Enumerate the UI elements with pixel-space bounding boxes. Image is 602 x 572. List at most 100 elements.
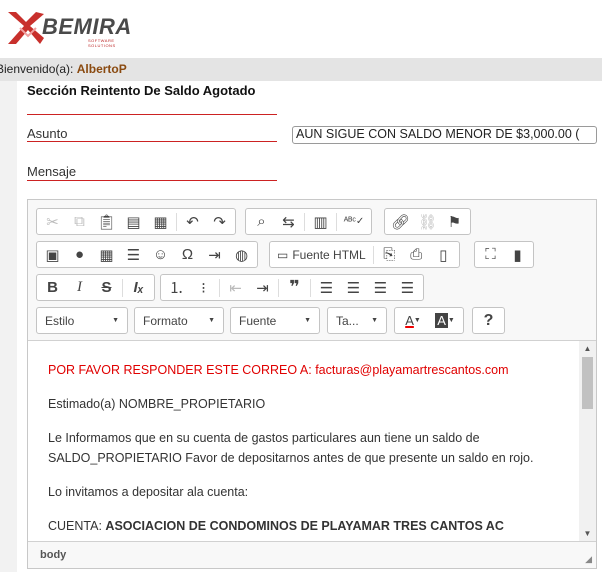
font-combo[interactable]: Fuente ▼ [230, 307, 320, 334]
source-button[interactable]: ▭ Fuente HTML [272, 243, 371, 267]
unlink-icon[interactable]: ⛓ [414, 210, 441, 234]
paste-icon[interactable]: 📋︎ [93, 210, 120, 234]
content-line-3b: SALDO_PROPIETARIO Favor de depositarnos … [48, 451, 534, 465]
separator [176, 212, 177, 231]
italic-icon[interactable]: I [66, 276, 93, 300]
account-value: ASOCIACION DE CONDOMINOS DE PLAYAMAR TRE… [105, 519, 504, 533]
separator [310, 278, 311, 297]
style-combo[interactable]: Estilo ▼ [36, 307, 128, 334]
bg-color-icon[interactable]: A ▼ [429, 309, 461, 333]
header: BEMIRA SOFTWARE SOLUTIONS [0, 0, 602, 58]
spellcheck-icon[interactable]: ᴬᴮᶜ✓ [339, 210, 369, 234]
page-break-icon[interactable]: ⇥ [201, 243, 228, 267]
replace-icon[interactable]: ⇆ [275, 210, 302, 234]
copy-icon[interactable]: ⧉ [66, 210, 93, 234]
preview-icon[interactable]: ⎘ [376, 243, 403, 267]
asunto-input[interactable]: AUN SIGUE CON SALDO MENOR DE $3,000.00 ( [292, 126, 597, 144]
chevron-down-icon: ▼ [371, 317, 378, 324]
tools-group: ⛶ ▮ [474, 241, 534, 268]
bold-icon[interactable]: B [39, 276, 66, 300]
account-label: CUENTA: [48, 519, 106, 533]
section-title: Sección Reintento De Saldo Agotado [27, 83, 256, 98]
indent-icon[interactable]: ⇥ [249, 276, 276, 300]
reply-notice: POR FAVOR RESPONDER ESTE CORREO A: [48, 363, 316, 377]
logo-brand-text: BEMIRA [42, 14, 132, 39]
smiley-icon[interactable]: ☺ [147, 243, 174, 267]
element-path[interactable]: body [40, 549, 66, 561]
find-icon[interactable]: ⌕ [248, 210, 275, 234]
format-combo-label: Formato [143, 313, 188, 328]
asunto-label: Asunto [27, 126, 68, 141]
iframe-icon[interactable]: ◍ [228, 243, 255, 267]
justify-icon[interactable]: ☰ [394, 276, 421, 300]
link-icon[interactable]: 🔗︎ [387, 210, 414, 234]
mensaje-underline [27, 180, 277, 181]
separator [372, 245, 374, 264]
maximize-icon[interactable]: ⛶ [477, 243, 504, 267]
size-combo[interactable]: Ta... ▼ [327, 307, 387, 334]
find-group: ⌕ ⇆ ▥ ᴬᴮᶜ✓ [245, 208, 372, 235]
content-line-1: POR FAVOR RESPONDER ESTE CORREO A: factu… [48, 363, 509, 377]
chevron-down-icon: ▼ [112, 317, 119, 324]
separator [304, 212, 305, 231]
document-group: ▭ Fuente HTML ⎘ ⎙ ▯ [269, 241, 460, 268]
templates-icon[interactable]: ▯ [430, 243, 457, 267]
align-left-icon[interactable]: ☰ [313, 276, 340, 300]
welcome-user[interactable]: AlbertoP [77, 62, 127, 76]
editor-scrollbar[interactable]: ▲ ▼ [579, 341, 596, 541]
show-blocks-icon[interactable]: ▮ [504, 243, 531, 267]
blockquote-icon[interactable]: ❞ [281, 276, 308, 300]
left-rail [0, 81, 17, 572]
paste-text-icon[interactable]: ▤ [120, 210, 147, 234]
chevron-down-icon: ▼ [304, 317, 311, 324]
insert-group: ▣ ● ▦ ☰ ☺ Ω ⇥ ◍ [36, 241, 258, 268]
main-content: Sección Reintento De Saldo Agotado Asunt… [17, 81, 602, 572]
content-line-5: CUENTA: ASOCIACION DE CONDOMINOS DE PLAY… [48, 519, 504, 533]
print-icon[interactable]: ⎙ [403, 243, 430, 267]
flash-icon[interactable]: ● [66, 243, 93, 267]
numbered-list-icon[interactable]: ⒈ [163, 276, 190, 300]
help-icon[interactable]: ? [475, 309, 502, 333]
font-combo-label: Fuente [239, 313, 277, 328]
outdent-icon[interactable]: ⇤ [222, 276, 249, 300]
editor-content[interactable]: POR FAVOR RESPONDER ESTE CORREO A: factu… [28, 341, 579, 541]
bemira-logo: BEMIRA SOFTWARE SOLUTIONS [6, 5, 136, 49]
bemira-logo-mark [8, 12, 44, 44]
scroll-up-icon[interactable]: ▲ [579, 341, 596, 356]
welcome-prefix: Bienvenido(a): [0, 62, 74, 76]
help-group: ? [472, 307, 505, 334]
content-line-4: Lo invitamos a depositar ala cuenta: [48, 485, 249, 499]
anchor-icon[interactable]: ⚑ [441, 210, 468, 234]
separator [336, 212, 337, 231]
align-right-icon[interactable]: ☰ [367, 276, 394, 300]
scroll-down-icon[interactable]: ▼ [579, 526, 596, 541]
welcome-bar: Bienvenido(a): AlbertoP [0, 58, 602, 81]
cut-icon[interactable]: ✂ [39, 210, 66, 234]
basic-styles-group: B I S Iₓ [36, 274, 155, 301]
horizontal-rule-icon[interactable]: ☰ [120, 243, 147, 267]
paste-word-icon[interactable]: ▦ [147, 210, 174, 234]
text-color-icon[interactable]: A ▼ [397, 309, 429, 333]
separator [278, 278, 279, 297]
separator [219, 278, 220, 297]
editor-toolbar: ✂ ⧉ 📋︎ ▤ ▦ ↶ ↷ ⌕ ⇆ ▥ ᴬᴮᶜ✓ 🔗︎ ⛓ ⚑ ▣ ● ▦ ☰… [28, 200, 596, 341]
size-combo-label: Ta... [336, 313, 359, 328]
format-combo[interactable]: Formato ▼ [134, 307, 224, 334]
redo-icon[interactable]: ↷ [206, 210, 233, 234]
reply-email[interactable]: facturas@playamartrescantos.com [315, 363, 508, 377]
table-icon[interactable]: ▦ [93, 243, 120, 267]
special-char-icon[interactable]: Ω [174, 243, 201, 267]
align-center-icon[interactable]: ☰ [340, 276, 367, 300]
remove-format-icon[interactable]: Iₓ [125, 276, 152, 300]
bulleted-list-icon[interactable]: ⁝ [190, 276, 217, 300]
resize-handle-icon[interactable]: ◢ [585, 554, 592, 565]
paragraph-group: ⒈ ⁝ ⇤ ⇥ ❞ ☰ ☰ ☰ ☰ [160, 274, 424, 301]
section-title-underline [27, 114, 277, 115]
asunto-underline [27, 141, 277, 142]
undo-icon[interactable]: ↶ [179, 210, 206, 234]
scroll-thumb[interactable] [582, 357, 593, 409]
select-all-icon[interactable]: ▥ [307, 210, 334, 234]
image-icon[interactable]: ▣ [39, 243, 66, 267]
strike-icon[interactable]: S [93, 276, 120, 300]
chevron-down-icon: ▼ [208, 317, 215, 324]
